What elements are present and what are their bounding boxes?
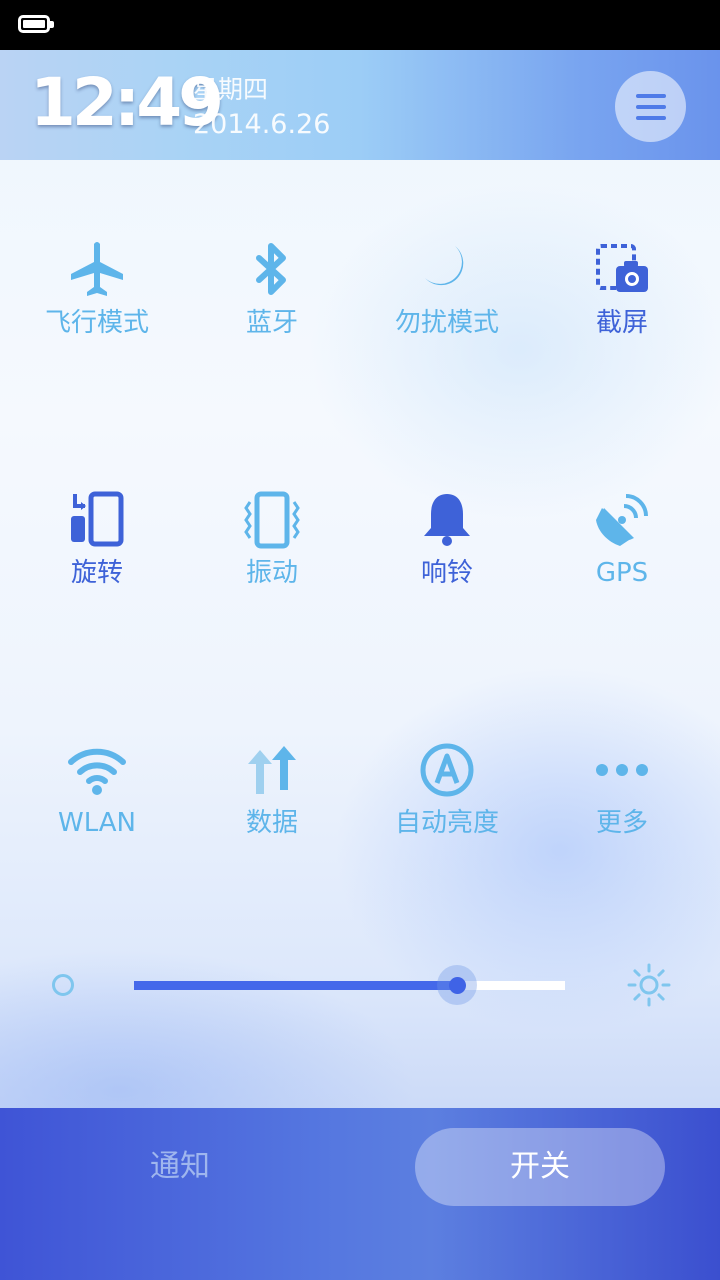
tile-label: 旋转 (70, 558, 123, 588)
tile-label: 振动 (245, 558, 298, 588)
brightness-slider[interactable] (134, 981, 565, 990)
toggle-airplane-mode[interactable]: 飞行模式 (9, 240, 185, 370)
data-icon (242, 740, 302, 800)
tile-label: 自动亮度 (394, 808, 499, 838)
toggle-screenshot[interactable]: 截屏 (534, 240, 710, 370)
quick-settings-panel (0, 50, 720, 1280)
status-bar (0, 0, 720, 50)
tile-label: 数据 (245, 808, 298, 838)
toggle-ring[interactable]: 响铃 (359, 490, 535, 620)
toggle-rotation[interactable]: 旋转 (9, 490, 185, 620)
clock: 12:49 (30, 64, 224, 141)
toggle-gps[interactable]: GPS (534, 490, 710, 620)
tile-label: 飞行模式 (44, 308, 149, 338)
vibrate-icon (242, 490, 302, 550)
auto-brightness-icon (417, 740, 477, 800)
tab-notifications[interactable]: 通知 (90, 1128, 270, 1206)
tile-label: GPS (595, 558, 649, 588)
toggle-auto-brightness[interactable]: 自动亮度 (359, 740, 535, 870)
toggle-vibrate[interactable]: 振动 (184, 490, 360, 620)
toggle-bluetooth[interactable]: 蓝牙 (184, 240, 360, 370)
battery-icon (18, 15, 54, 33)
weekday: 星期四 (193, 75, 269, 104)
tile-label: 勿扰模式 (394, 308, 499, 338)
tile-label: 蓝牙 (245, 308, 298, 338)
moon-icon (417, 240, 477, 300)
tile-label: 截屏 (595, 308, 648, 338)
menu-icon (636, 94, 666, 98)
more-settings[interactable]: 更多 (534, 740, 710, 870)
toggle-wlan[interactable]: WLAN (9, 740, 185, 870)
toggle-do-not-disturb[interactable]: 勿扰模式 (359, 240, 535, 370)
date: 2014.6.26 (193, 109, 331, 140)
brightness-high-icon (626, 962, 672, 1008)
gps-icon (592, 490, 652, 550)
tab-switches[interactable]: 开关 (415, 1128, 665, 1206)
more-icon (592, 740, 652, 800)
menu-button[interactable] (615, 71, 686, 142)
rotate-icon (67, 490, 127, 550)
tile-label: WLAN (57, 808, 137, 838)
brightness-low-icon (52, 974, 74, 996)
tile-label: 更多 (595, 808, 648, 838)
slider-thumb[interactable] (448, 977, 466, 994)
screenshot-icon (592, 240, 652, 300)
tile-label: 响铃 (420, 558, 473, 588)
bell-icon (417, 490, 477, 550)
bluetooth-icon (242, 240, 302, 300)
wifi-icon (67, 740, 127, 800)
slider-fill (134, 981, 458, 990)
toggle-mobile-data[interactable]: 数据 (184, 740, 360, 870)
airplane-icon (67, 240, 127, 300)
